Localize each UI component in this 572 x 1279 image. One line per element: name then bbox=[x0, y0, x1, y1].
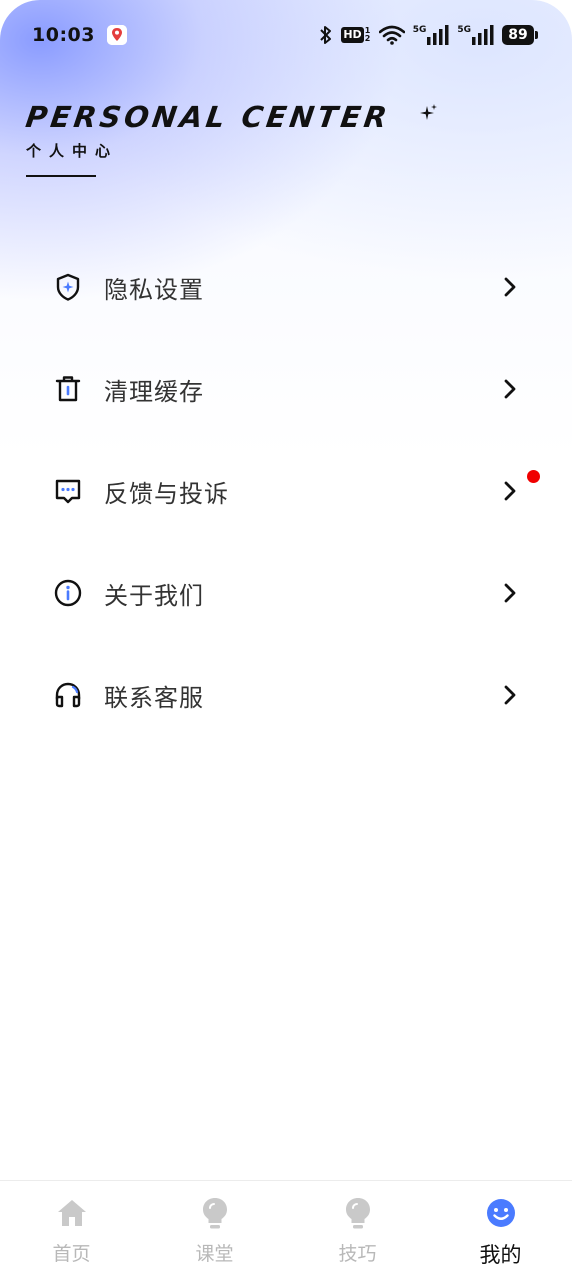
trash-icon bbox=[52, 373, 84, 405]
tab-mine[interactable]: 我的 bbox=[451, 1195, 551, 1269]
tab-tips[interactable]: 技巧 bbox=[308, 1195, 408, 1266]
tab-home[interactable]: 首页 bbox=[22, 1195, 122, 1266]
wifi-icon bbox=[378, 25, 405, 45]
menu-label: 反馈与投诉 bbox=[104, 479, 229, 508]
shield-icon bbox=[52, 271, 84, 303]
app-screen: 10:03 HD 1 2 5G 5G 89 PERSONAL CENTER 个人… bbox=[0, 0, 572, 1279]
sparkle-icon bbox=[420, 104, 438, 126]
tab-classroom[interactable]: 课堂 bbox=[165, 1195, 265, 1266]
menu-item-about[interactable]: 关于我们 bbox=[0, 542, 572, 644]
status-time: 10:03 bbox=[32, 24, 95, 46]
signal-icon-2: 5G bbox=[457, 25, 494, 45]
smile-icon bbox=[485, 1195, 517, 1231]
status-left: 10:03 bbox=[32, 24, 127, 46]
chevron-right-icon bbox=[500, 581, 520, 605]
menu-item-feedback[interactable]: 反馈与投诉 bbox=[0, 440, 572, 542]
tab-label: 首页 bbox=[52, 1243, 91, 1265]
status-right: HD 1 2 5G 5G 89 bbox=[319, 25, 538, 45]
chevron-right-icon bbox=[500, 683, 520, 707]
tab-label: 课堂 bbox=[195, 1243, 234, 1265]
chevron-right-icon bbox=[500, 377, 520, 401]
menu-item-contact-support[interactable]: 联系客服 bbox=[0, 644, 572, 746]
signal-icon: 5G bbox=[413, 25, 450, 45]
chevron-right-icon bbox=[500, 275, 520, 299]
map-pin-icon bbox=[106, 25, 127, 45]
menu-item-privacy[interactable]: 隐私设置 bbox=[0, 236, 572, 338]
notification-dot bbox=[527, 470, 540, 483]
page-title: PERSONAL CENTER bbox=[23, 100, 393, 134]
battery-indicator: 89 bbox=[502, 25, 538, 45]
info-icon bbox=[52, 577, 84, 609]
bottom-tab-bar: 首页 课堂 技巧 我的 bbox=[0, 1180, 572, 1279]
message-icon bbox=[52, 475, 84, 507]
home-icon bbox=[56, 1195, 88, 1231]
bulb-icon bbox=[200, 1195, 230, 1231]
bulb-icon bbox=[343, 1195, 373, 1231]
page-subtitle: 个人中心 bbox=[26, 142, 119, 160]
page-header: PERSONAL CENTER 个人中心 bbox=[23, 100, 437, 177]
title-underline bbox=[26, 175, 96, 177]
menu-label: 关于我们 bbox=[104, 581, 204, 610]
menu-label: 隐私设置 bbox=[104, 275, 204, 304]
hd-icon: HD 1 2 bbox=[341, 26, 371, 43]
tab-label: 我的 bbox=[479, 1243, 522, 1267]
menu-label: 联系客服 bbox=[104, 683, 204, 712]
settings-menu: 隐私设置 清理缓存 反馈与投诉 关于我们 联系客服 bbox=[0, 236, 572, 746]
menu-label: 清理缓存 bbox=[104, 377, 204, 406]
status-bar: 10:03 HD 1 2 5G 5G 89 bbox=[0, 0, 572, 70]
menu-item-clear-cache[interactable]: 清理缓存 bbox=[0, 338, 572, 440]
headset-icon bbox=[52, 679, 84, 711]
tab-label: 技巧 bbox=[338, 1243, 377, 1265]
bluetooth-icon bbox=[319, 25, 333, 45]
chevron-right-icon bbox=[500, 479, 520, 503]
